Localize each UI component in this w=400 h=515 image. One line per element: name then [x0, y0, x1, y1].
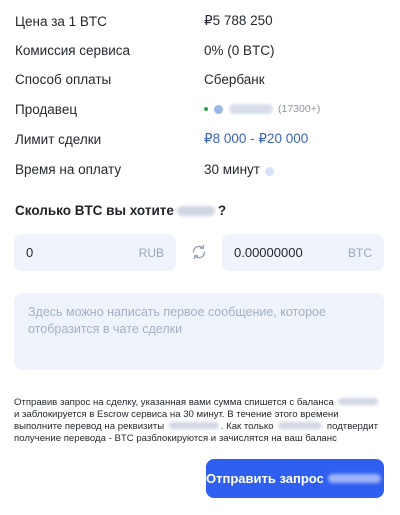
escrow-notice: Отправив запрос на сделку, указанная вам…	[14, 397, 388, 445]
pay-time-label: Время на оплату	[15, 161, 122, 177]
info-icon[interactable]	[264, 166, 274, 176]
redacted-text	[327, 474, 381, 483]
rub-amount-value: 0	[26, 245, 34, 260]
detail-row-fee: Комиссия сервиса 0% (0 BTC)	[15, 40, 390, 60]
limit-value: ₽8 000 - ₽20 000	[204, 131, 309, 146]
rub-currency-label: RUB	[138, 245, 164, 260]
seller-deals-count: (17300+)	[278, 103, 321, 115]
redacted-text	[168, 422, 219, 429]
detail-row-payment-method: Способ оплаты Сбербанк	[15, 69, 390, 89]
payment-method-label: Способ оплаты	[15, 71, 112, 87]
fee-label: Комиссия сервиса	[15, 42, 131, 58]
seller-link[interactable]: (17300+)	[204, 103, 320, 115]
message-placeholder: Здесь можно написать первое сообщение, к…	[28, 305, 326, 336]
detail-row-price: Цена за 1 BTC ₽5 788 250	[15, 11, 390, 31]
btc-amount-value: 0.00000000	[234, 245, 303, 260]
send-request-button[interactable]: Отправить запрос	[206, 459, 384, 498]
notice-part-3: . Как только	[220, 421, 274, 432]
amount-question-suffix: ?	[217, 203, 227, 218]
btc-amount-input[interactable]: 0.00000000 BTC	[222, 234, 384, 271]
seller-name-redacted	[229, 104, 273, 114]
first-message-textarea[interactable]: Здесь можно написать первое сообщение, к…	[14, 293, 384, 370]
swap-currency-icon[interactable]	[189, 242, 209, 262]
notice-part-1: Отправив запрос на сделку, указанная вам…	[14, 397, 334, 408]
payment-method-value: Сбербанк	[204, 71, 265, 87]
limit-label: Лимит сделки	[15, 131, 102, 147]
price-value: ₽5 788 250	[204, 13, 273, 28]
online-status-dot	[204, 107, 208, 111]
send-request-label: Отправить запрос	[206, 471, 324, 486]
btc-currency-label: BTC	[348, 245, 372, 260]
price-label: Цена за 1 BTC	[15, 13, 107, 29]
detail-row-seller: Продавец (17300+)	[15, 99, 390, 119]
redacted-text	[176, 205, 215, 216]
redacted-text	[278, 422, 323, 429]
detail-row-pay-time: Время на оплату 30 минут	[15, 159, 390, 179]
rub-amount-input[interactable]: 0 RUB	[14, 234, 176, 271]
amount-question: Сколько BTC вы хотите ?	[15, 203, 226, 218]
amount-question-text: Сколько BTC вы хотите	[15, 203, 174, 218]
pay-time-wrapper: 30 минут	[204, 162, 274, 177]
seller-label: Продавец	[15, 101, 78, 117]
fee-value: 0% (0 BTC)	[204, 42, 275, 58]
pay-time-value: 30 минут	[204, 161, 260, 177]
redacted-text	[338, 398, 379, 405]
detail-row-limit: Лимит сделки ₽8 000 - ₽20 000	[15, 129, 390, 149]
seller-avatar	[214, 104, 223, 114]
